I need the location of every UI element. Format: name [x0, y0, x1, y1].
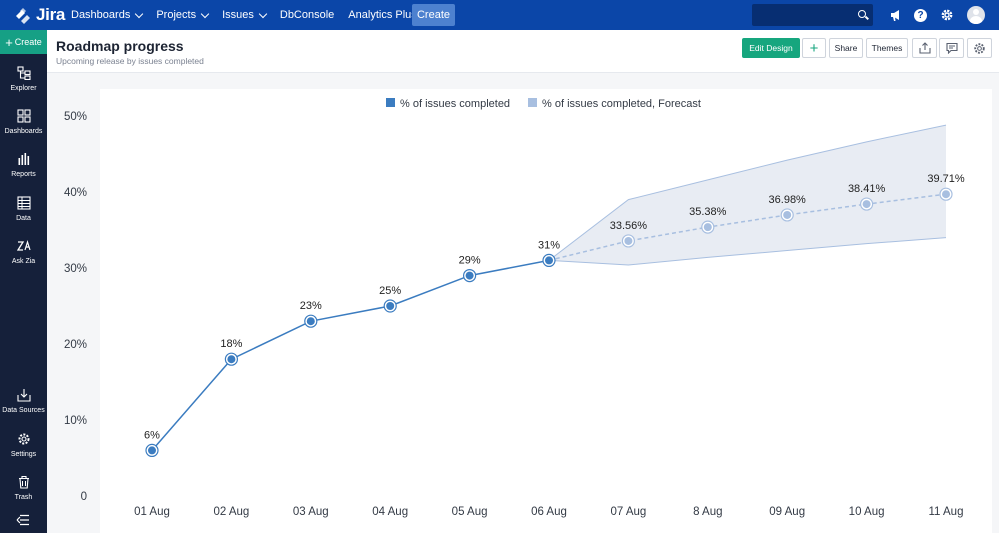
y-tick-label: 20% — [64, 339, 87, 351]
legend-label-forecast: % of issues completed, Forecast — [542, 98, 701, 110]
actual-point — [465, 271, 474, 280]
x-tick-label: 05 Aug — [452, 506, 488, 518]
x-tick-label: 10 Aug — [849, 506, 885, 518]
y-tick-label: 0 — [81, 491, 87, 503]
forecast-data-label: 36.98% — [769, 194, 807, 206]
forecast-point — [942, 190, 950, 199]
x-tick-label: 07 Aug — [610, 506, 646, 518]
x-tick-label: 8 Aug — [693, 506, 722, 518]
actual-point — [227, 355, 236, 364]
x-tick-label: 11 Aug — [929, 506, 964, 518]
legend-swatch-forecast — [528, 98, 537, 107]
y-tick-label: 50% — [64, 111, 87, 123]
actual-point — [148, 446, 156, 455]
legend-swatch-actual — [386, 98, 395, 107]
x-tick-label: 01 Aug — [134, 506, 170, 518]
actual-point — [545, 256, 553, 265]
actual-data-label: 18% — [220, 338, 242, 350]
x-tick-label: 06 Aug — [531, 506, 567, 518]
actual-point — [306, 317, 315, 326]
forecast-point — [703, 223, 712, 232]
forecast-data-label: 35.38% — [689, 206, 727, 218]
legend-label-actual: % of issues completed — [400, 98, 510, 110]
forecast-point — [862, 200, 871, 209]
forecast-data-label: 33.56% — [610, 220, 648, 232]
forecast-data-label: 39.71% — [927, 173, 965, 185]
y-tick-label: 30% — [64, 263, 87, 275]
x-tick-label: 09 Aug — [769, 506, 805, 518]
x-tick-label: 03 Aug — [293, 506, 329, 518]
forecast-band — [549, 125, 946, 265]
x-tick-label: 02 Aug — [213, 506, 249, 518]
forecast-point — [783, 210, 792, 219]
forecast-point — [624, 236, 633, 245]
line-chart: 33.56% 35.38% 36.98% 38.41% 39.71% 6% 18% 23% 25… — [64, 98, 965, 518]
y-tick-label: 10% — [64, 415, 87, 427]
actual-data-label: 29% — [459, 255, 481, 267]
actual-point — [386, 302, 395, 310]
x-tick-label: 04 Aug — [372, 506, 408, 518]
actual-data-label: 6% — [144, 429, 160, 441]
y-tick-label: 40% — [64, 187, 87, 199]
actual-data-label: 31% — [538, 239, 560, 251]
forecast-data-label: 38.41% — [848, 183, 886, 195]
series-line-actual — [151, 259, 550, 451]
actual-data-label: 25% — [379, 285, 401, 297]
actual-data-label: 23% — [300, 300, 322, 312]
